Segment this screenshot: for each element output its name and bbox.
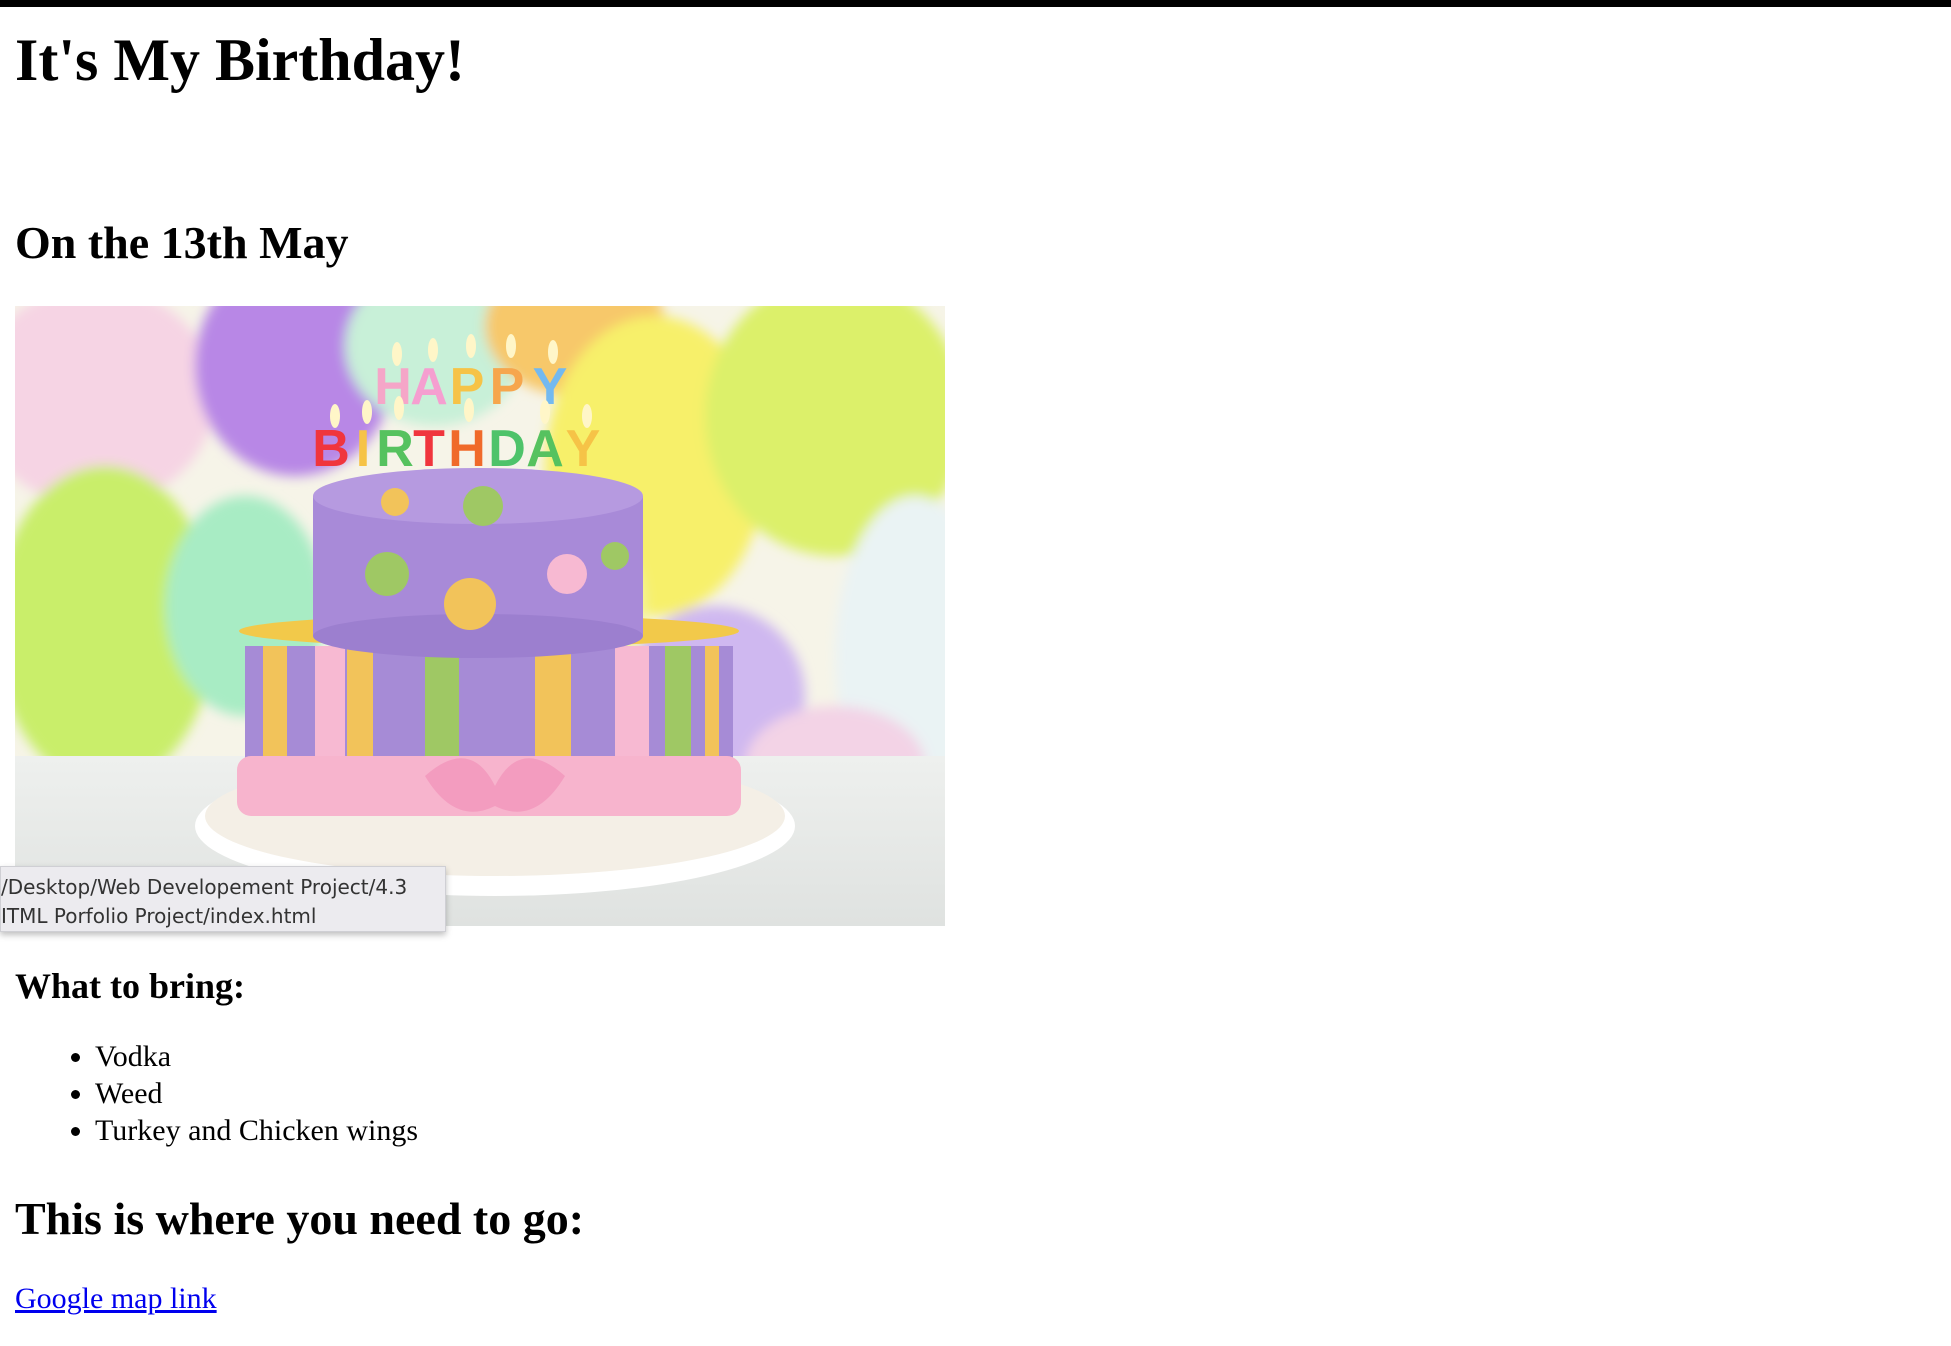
cake-letter: T [413, 420, 445, 478]
cake-letter: B [312, 420, 350, 478]
cake-illustration: H A P P Y B I R T H D A Y [15, 306, 945, 926]
list-item: Turkey and Chicken wings [95, 1112, 1915, 1149]
list-item: Weed [95, 1075, 1915, 1112]
cake-letter: A [410, 358, 448, 416]
cake-letter: A [526, 420, 564, 478]
window-top-border [0, 0, 1951, 7]
page-title: It's My Birthday! [15, 27, 465, 93]
cake-letter: Y [533, 358, 568, 416]
cake-letter: R [376, 420, 414, 478]
bring-list: Vodka Weed Turkey and Chicken wings [15, 1038, 1915, 1149]
page-content: It's My Birthday! On the 13th May H A P … [15, 7, 1915, 1317]
cake-letter: Y [566, 420, 601, 478]
cake-letter: H [374, 358, 412, 416]
list-item: Vodka [95, 1038, 1915, 1075]
tooltip-line-2: ITML Porfolio Project/index.html [1, 904, 317, 928]
date-heading: On the 13th May [15, 217, 349, 268]
birthday-cake-image: H A P P Y B I R T H D A Y [15, 306, 945, 926]
link-url-tooltip: /Desktop/Web Developement Project/4.3 IT… [0, 866, 446, 932]
cake-letter: P [490, 358, 525, 416]
cake-letter: H [448, 420, 486, 478]
google-map-link[interactable]: Google map link [15, 1280, 217, 1317]
cake-letter: I [356, 420, 370, 478]
bring-heading: What to bring: [15, 966, 246, 1006]
directions-heading: This is where you need to go: [15, 1193, 585, 1244]
tooltip-line-1: /Desktop/Web Developement Project/4.3 [1, 875, 408, 899]
cake-letter: D [488, 420, 526, 478]
